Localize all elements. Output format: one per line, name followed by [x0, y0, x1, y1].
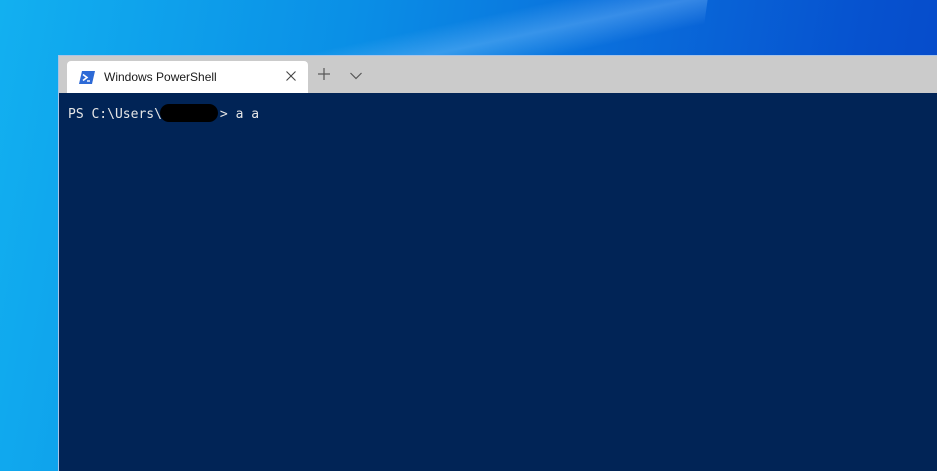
tab-title: Windows PowerShell — [104, 70, 217, 84]
close-icon[interactable] — [284, 69, 298, 83]
redacted-username — [159, 104, 218, 122]
prompt-line: PS C:\Users\ > a a — [68, 104, 259, 123]
tab-windows-powershell[interactable]: Windows PowerShell — [67, 61, 308, 93]
profile-dropdown-button[interactable] — [344, 64, 368, 88]
prompt-suffix: > — [219, 107, 228, 122]
prompt-prefix: PS C:\Users\ — [68, 107, 162, 122]
plus-icon — [318, 67, 330, 85]
terminal-content[interactable]: PS C:\Users\ > a a — [59, 93, 937, 471]
tab-bar: Windows PowerShell — [59, 56, 937, 93]
command-text: a a — [227, 107, 260, 122]
desktop-background: Windows PowerShell PS C:\Users\ > a a — [0, 0, 937, 471]
powershell-icon — [79, 70, 95, 84]
new-tab-button[interactable] — [312, 64, 336, 88]
terminal-window: Windows PowerShell PS C:\Users\ > a a — [59, 56, 937, 471]
chevron-down-icon — [350, 67, 362, 85]
